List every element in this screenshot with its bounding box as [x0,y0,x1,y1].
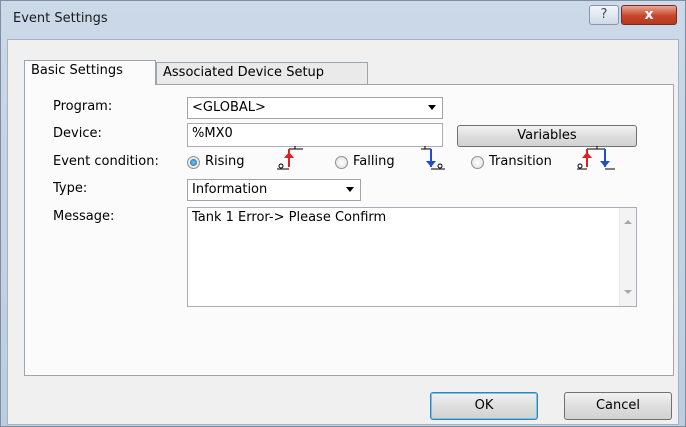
rising-label: Rising [205,154,245,169]
falling-radio[interactable] [335,156,348,169]
cancel-button[interactable]: Cancel [564,392,672,420]
message-textarea[interactable]: Tank 1 Error-> Please Confirm [187,207,637,307]
help-button[interactable]: ? [589,5,619,25]
event-condition-label: Event condition: [53,154,159,169]
device-input[interactable]: %MX0 [187,123,443,147]
type-select[interactable]: Information [187,179,361,201]
message-label: Message: [53,209,115,224]
scroll-up-icon[interactable] [624,220,632,224]
program-select-value: <GLOBAL> [192,100,266,115]
device-label: Device: [53,126,102,141]
transition-icon [577,146,615,170]
close-button[interactable]: x [621,5,677,25]
falling-label: Falling [353,154,395,169]
message-scrollbar[interactable] [619,208,636,306]
chevron-down-icon [428,105,436,110]
message-text: Tank 1 Error-> Please Confirm [192,210,387,225]
type-label: Type: [53,181,88,196]
title-bar[interactable]: Event Settings ? x [1,1,685,37]
tab-basic-settings[interactable]: Basic Settings [24,60,156,85]
scroll-down-icon[interactable] [624,290,632,294]
basic-settings-panel: Program: <GLOBAL> Device: %MX0 Variables… [24,84,674,376]
tab-associated-device-setup[interactable]: Associated Device Setup [156,62,368,84]
event-settings-dialog: Event Settings ? x Basic Settings Associ… [0,0,686,427]
type-select-value: Information [192,182,268,197]
variables-button[interactable]: Variables [457,125,637,147]
transition-radio[interactable] [471,156,484,169]
dialog-body: Basic Settings Associated Device Setup P… [7,39,679,425]
transition-label: Transition [489,154,552,169]
program-select[interactable]: <GLOBAL> [187,97,443,119]
chevron-down-icon [346,187,354,192]
rising-edge-icon [277,146,303,170]
program-label: Program: [53,99,113,114]
falling-edge-icon [421,146,445,170]
window-title: Event Settings [13,11,108,26]
ok-button[interactable]: OK [430,392,538,420]
rising-radio[interactable] [187,156,200,169]
